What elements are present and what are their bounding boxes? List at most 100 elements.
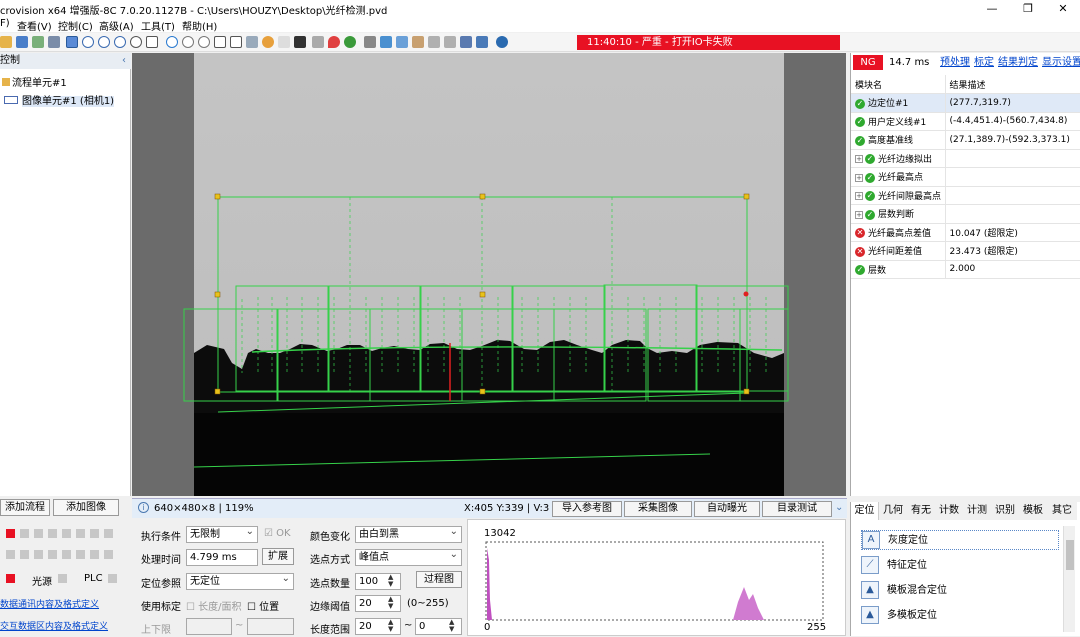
table-row[interactable]: ✕ 光纤间距差值 23.473 (超限定)	[851, 241, 1080, 261]
table-row[interactable]: + ✓ 层数判断	[851, 204, 1080, 224]
expand-icon[interactable]: +	[855, 155, 863, 164]
tool-scrollbar[interactable]	[1063, 526, 1075, 632]
scrollbar-thumb[interactable]	[1066, 540, 1074, 570]
tab-other[interactable]: 其它	[1047, 502, 1077, 520]
expand-icon[interactable]: +	[855, 173, 863, 182]
expand-icon[interactable]: +	[855, 192, 863, 201]
table-row[interactable]: ✓ 用户定义线#1 (-4.4,451.4)-(560.7,434.8)	[851, 112, 1080, 131]
tab-template[interactable]: 模板	[1019, 502, 1047, 520]
window-icon[interactable]	[48, 36, 60, 48]
len-min-input[interactable]: 20	[355, 618, 401, 635]
tab-measure[interactable]: 计测	[963, 502, 991, 520]
stop-icon[interactable]	[198, 36, 210, 48]
run-icon[interactable]	[166, 36, 178, 48]
image-icon[interactable]	[396, 36, 408, 48]
add-image-button[interactable]: 添加图像	[53, 499, 119, 516]
edge-thresh-input[interactable]: 20	[355, 595, 401, 612]
dropdown-icon[interactable]: ⌄	[835, 502, 843, 513]
menu-view[interactable]: 查看(V)	[17, 18, 52, 33]
grid-icon[interactable]	[32, 36, 44, 48]
pick-method-select[interactable]: 峰值点	[355, 547, 462, 566]
import-reference-button[interactable]: 导入参考图	[552, 501, 622, 517]
tab-locate[interactable]: 定位	[851, 502, 879, 520]
collapse-icon[interactable]: ‹	[122, 53, 126, 69]
table-row[interactable]: ✓ 高度基准线 (27.1,389.7)-(592.3,373.1)	[851, 130, 1080, 150]
save-icon[interactable]	[16, 36, 28, 48]
expand-button[interactable]: 扩展	[262, 548, 294, 565]
open-icon[interactable]	[0, 36, 12, 48]
zoom-fit-icon[interactable]	[114, 36, 126, 48]
calibration-link[interactable]: 标定	[974, 53, 994, 72]
config-icon[interactable]	[476, 36, 488, 48]
tab-identify[interactable]: 识别	[991, 502, 1019, 520]
tab-presence[interactable]: 有无	[907, 502, 935, 520]
stepper-icon[interactable]: ▲ ▼	[388, 574, 393, 588]
stepper-icon[interactable]: ▲ ▼	[388, 619, 393, 633]
tool-mixed-template-locate[interactable]: ▲ 模板混合定位	[861, 581, 947, 599]
menu-control[interactable]: 控制(C)	[58, 18, 93, 33]
table-row[interactable]: + ✓ 光纤最高点	[851, 167, 1080, 187]
printer-icon[interactable]	[364, 36, 376, 48]
tool-multi-template-locate[interactable]: ▲ 多模板定位	[861, 606, 937, 624]
result-judge-link[interactable]: 结果判定	[998, 53, 1038, 72]
maximize-button[interactable]: ❐	[1013, 0, 1043, 17]
fullscreen-icon[interactable]	[294, 36, 306, 48]
close-button[interactable]: ✕	[1048, 0, 1078, 17]
camera-icon[interactable]	[246, 36, 258, 48]
exchange-data-link[interactable]: 交互数据区内容及格式定义	[0, 619, 108, 632]
folder-icon[interactable]	[412, 36, 424, 48]
minimize-button[interactable]: —	[977, 0, 1007, 17]
crosshair-icon[interactable]	[146, 36, 158, 48]
list-icon[interactable]	[428, 36, 440, 48]
pos-ref-select[interactable]: 无定位	[186, 571, 294, 590]
settings-icon[interactable]	[344, 36, 356, 48]
capture-icon[interactable]	[278, 36, 290, 48]
ok-checkbox[interactable]: ☑ OK	[264, 528, 291, 539]
pick-count-input[interactable]: 100	[355, 573, 401, 590]
preprocess-link[interactable]: 预处理	[940, 53, 970, 72]
auto-exposure-button[interactable]: 自动曝光	[694, 501, 760, 517]
directory-test-button[interactable]: 目录测试	[762, 501, 832, 517]
add-flow-button[interactable]: 添加流程	[0, 499, 50, 516]
image-viewer[interactable]	[132, 53, 846, 496]
zoom-out-icon[interactable]	[98, 36, 110, 48]
table-row[interactable]: ✕ 光纤最高点差值 10.047 (超限定)	[851, 223, 1080, 242]
menu-tools[interactable]: 工具(T)	[141, 18, 175, 33]
position-checkbox[interactable]: ☐ 位置	[247, 598, 279, 613]
pin-icon[interactable]	[328, 36, 340, 48]
stepper-icon[interactable]: ▲ ▼	[449, 619, 454, 633]
expand-icon[interactable]: +	[855, 210, 863, 219]
table-row[interactable]: + ✓ 光纤间隙最高点	[851, 186, 1080, 205]
roi-icon[interactable]	[214, 36, 226, 48]
tree-item-flow[interactable]: 流程单元#1	[2, 77, 67, 91]
tool-gray-locate[interactable]: A 灰度定位	[861, 530, 1059, 550]
color-change-select[interactable]: 由白到黑	[355, 524, 462, 543]
capture-image-button[interactable]: 采集图像	[624, 501, 692, 517]
print-icon[interactable]	[312, 36, 324, 48]
table-row[interactable]: + ✓ 光纤边缘拟出	[851, 149, 1080, 168]
pause-icon[interactable]	[182, 36, 194, 48]
table-row[interactable]: ✓ 层数 2.000	[851, 260, 1080, 279]
info-icon[interactable]	[496, 36, 508, 48]
refresh-icon[interactable]	[380, 36, 392, 48]
zoom-select-icon[interactable]	[66, 36, 78, 48]
table-row[interactable]: ✓ 边定位#1 (277.7,319.7)	[851, 93, 1080, 113]
eye-icon[interactable]	[130, 36, 142, 48]
table-icon[interactable]	[444, 36, 456, 48]
tab-geometry[interactable]: 几何	[879, 502, 907, 520]
tab-count[interactable]: 计数	[935, 502, 963, 520]
io-icon[interactable]	[460, 36, 472, 48]
menu-help[interactable]: 帮助(H)	[182, 18, 217, 33]
comm-data-link[interactable]: 数据通讯内容及格式定义	[0, 597, 99, 610]
menu-file[interactable]: F)	[0, 18, 10, 29]
tool-feature-locate[interactable]: ⟋ 特征定位	[861, 556, 927, 574]
tree-item-image[interactable]: 图像单元#1 (相机1)	[4, 95, 115, 109]
menu-advanced[interactable]: 高级(A)	[99, 18, 134, 33]
region-icon[interactable]	[230, 36, 242, 48]
display-settings-link[interactable]: 显示设置	[1042, 53, 1080, 72]
process-image-button[interactable]: 过程图	[416, 571, 462, 588]
exec-cond-select[interactable]: 无限制	[186, 524, 258, 543]
len-area-checkbox[interactable]: ☐ 长度/面积	[186, 598, 242, 613]
color-icon[interactable]	[262, 36, 274, 48]
stepper-icon[interactable]: ▲ ▼	[388, 596, 393, 610]
